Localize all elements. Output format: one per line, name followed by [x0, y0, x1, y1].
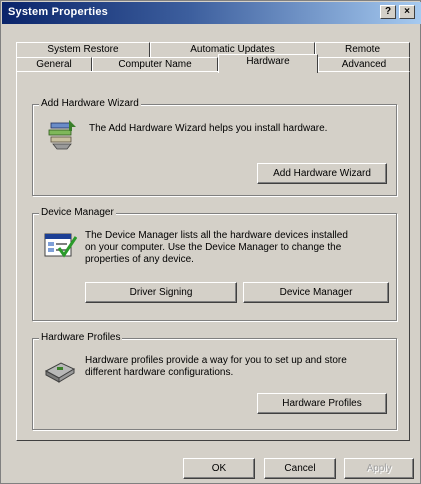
tab-hardware[interactable]: Hardware: [218, 54, 318, 73]
add-hardware-group: Add Hardware Wizard The Add Hardware Wiz…: [32, 97, 397, 196]
apply-button[interactable]: Apply: [344, 458, 414, 479]
driver-signing-button[interactable]: Driver Signing: [85, 282, 237, 303]
hardware-profiles-group-title: Hardware Profiles: [39, 331, 123, 345]
tab-row-back: System Restore Automatic Updates Remote: [16, 42, 410, 57]
hardware-tab-panel: Add Hardware Wizard The Add Hardware Wiz…: [16, 71, 410, 441]
device-manager-group-title: Device Manager: [39, 206, 116, 220]
hardware-profiles-group: Hardware Profiles Hardware profiles prov…: [32, 331, 397, 430]
hardware-profiles-icon: [44, 362, 76, 383]
help-button[interactable]: ?: [380, 5, 396, 19]
device-manager-button[interactable]: Device Manager: [243, 282, 389, 303]
cancel-button[interactable]: Cancel: [264, 458, 336, 479]
hardware-profiles-description: Hardware profiles provide a way for you …: [85, 355, 347, 378]
tab-general[interactable]: General: [16, 57, 92, 72]
title-bar[interactable]: System Properties ? ×: [2, 2, 421, 24]
hardware-profiles-button[interactable]: Hardware Profiles: [257, 393, 387, 414]
add-hardware-group-title: Add Hardware Wizard: [39, 97, 141, 111]
add-hardware-description: The Add Hardware Wizard helps you instal…: [89, 123, 328, 134]
close-button[interactable]: ×: [399, 5, 415, 19]
add-hardware-wizard-icon: [48, 120, 76, 150]
system-properties-window: System Properties ? × System Restore Aut…: [0, 0, 421, 484]
tab-advanced[interactable]: Advanced: [318, 57, 410, 72]
window-title: System Properties: [8, 6, 108, 18]
tab-computer-name[interactable]: Computer Name: [92, 57, 218, 72]
ok-button[interactable]: OK: [183, 458, 255, 479]
device-manager-group: Device Manager The Device Manager lists …: [32, 206, 397, 321]
tab-remote[interactable]: Remote: [315, 42, 410, 57]
tab-system-restore[interactable]: System Restore: [16, 42, 150, 57]
add-hardware-wizard-button[interactable]: Add Hardware Wizard: [257, 163, 387, 184]
device-manager-icon: [44, 233, 77, 258]
device-manager-description: The Device Manager lists all the hardwar…: [85, 230, 348, 265]
tab-row-front: General Computer Name Hardware Advanced: [16, 54, 410, 73]
